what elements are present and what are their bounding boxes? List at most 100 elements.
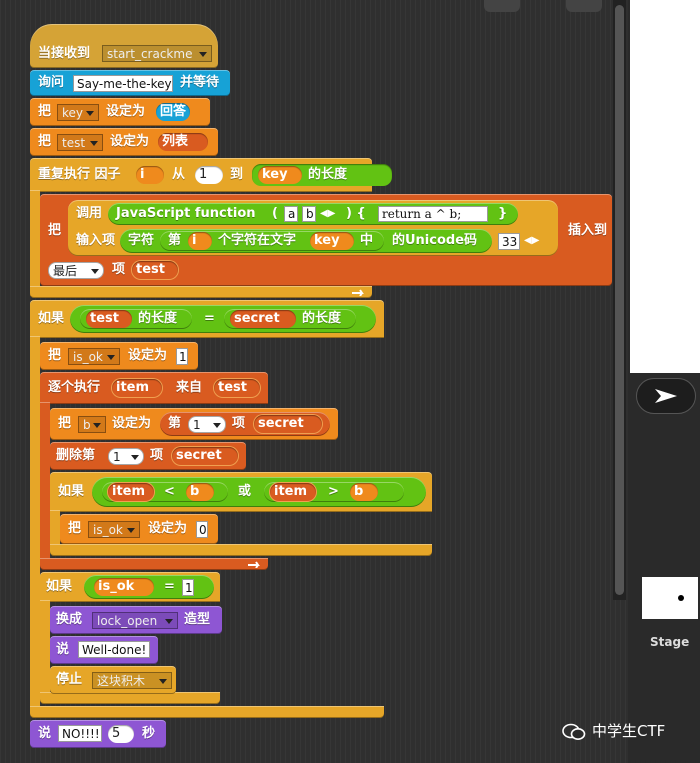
javascript-function-block[interactable]: JavaScript function ( a b ◀▶ ) { return …: [108, 203, 518, 225]
param-arrows-icon[interactable]: ◀▶: [320, 205, 335, 223]
param-b[interactable]: b: [302, 206, 316, 222]
answer-reporter[interactable]: 回答: [156, 103, 191, 121]
stop-target-dropdown[interactable]: 这块积木: [92, 672, 172, 689]
say-text-input[interactable]: Well-done!: [78, 641, 150, 658]
stop-label: 停止: [56, 672, 83, 687]
js-function-label: JavaScript function: [116, 206, 256, 221]
for-loop-block[interactable]: 重复执行 因子 i 从 1 到 key 的长度: [30, 158, 392, 192]
if-is-ok-block[interactable]: 如果 is_ok = 1: [40, 572, 220, 602]
scrollbar-thumb[interactable]: [615, 5, 624, 595]
insert-at-label: 插入到: [568, 223, 608, 238]
input-arrows-icon[interactable]: ◀▶: [524, 232, 539, 250]
delete-item-block[interactable]: 删除第 1 项 secret: [50, 442, 246, 470]
length-of-label: 的长度: [302, 311, 342, 326]
var-dropdown-b[interactable]: b: [78, 416, 106, 433]
test-list-var[interactable]: test: [132, 261, 178, 279]
i-var[interactable]: i: [188, 232, 212, 250]
less-than-predicate[interactable]: item < b: [102, 482, 228, 502]
set-is-ok-0-block[interactable]: 把 is_ok 设定为 0: [60, 514, 218, 544]
var-dropdown-key[interactable]: key: [57, 104, 99, 121]
switch-label: 换成: [56, 612, 83, 627]
message-dropdown[interactable]: start_crackme: [102, 45, 212, 62]
ask-label: 询问: [38, 75, 65, 90]
item-var[interactable]: item: [112, 379, 162, 397]
equals-predicate[interactable]: test 的长度 = secret 的长度: [70, 305, 376, 333]
sprite-dot: [678, 595, 684, 601]
from-label: 从: [172, 167, 186, 182]
index-dropdown[interactable]: 1: [188, 416, 226, 433]
letter-of-text-reporter[interactable]: 第 i 个字符在文字 key 中: [160, 231, 384, 251]
if-compare-block[interactable]: 如果 item < b 或 item > b: [50, 472, 432, 512]
is-ok-var[interactable]: is_ok: [94, 578, 154, 596]
params-close: ) {: [346, 206, 366, 221]
stage-thumbnail[interactable]: [642, 577, 698, 619]
or-predicate[interactable]: item < b 或 item > b: [92, 477, 426, 507]
stop-block[interactable]: 停止 这块积木: [50, 666, 176, 694]
if-length-equal-block[interactable]: 如果 test 的长度 = secret 的长度: [30, 300, 384, 338]
seconds-input[interactable]: 5: [108, 725, 134, 743]
keyboard-entry-button[interactable]: [566, 0, 602, 12]
secret-list-var[interactable]: secret: [172, 447, 238, 465]
loop-var-i[interactable]: i: [136, 166, 164, 184]
scripts-scrollbar[interactable]: [613, 0, 626, 600]
or-label: 或: [238, 484, 252, 499]
stage-canvas[interactable]: [630, 0, 700, 373]
b-var[interactable]: b: [186, 483, 214, 501]
say-for-secs-block[interactable]: 说 NO!!!! 5 秒: [30, 720, 166, 748]
for-each-block[interactable]: 逐个执行 item 来自 test: [40, 372, 268, 404]
length-of-secret-reporter[interactable]: secret 的长度: [224, 309, 356, 329]
ordinal-label: 第: [168, 233, 182, 248]
js-code-input[interactable]: return a ^ b;: [378, 206, 488, 222]
delete-label: 删除第: [56, 448, 96, 463]
set-is-ok-1-block[interactable]: 把 is_ok 设定为 1: [40, 342, 198, 370]
value-input[interactable]: 0: [196, 521, 208, 538]
test-list-var[interactable]: test: [86, 310, 132, 328]
var-dropdown-is-ok[interactable]: is_ok: [88, 521, 140, 538]
equals-predicate[interactable]: is_ok = 1: [84, 575, 214, 599]
value-input[interactable]: 1: [182, 579, 194, 596]
greater-than-predicate[interactable]: item > b: [264, 482, 404, 502]
say-text-input[interactable]: NO!!!!: [58, 725, 102, 742]
unicode-of-letter-reporter[interactable]: 字符 第 i 个字符在文字 key 中 的Unicode码: [120, 229, 492, 253]
for-loop-foot: [30, 286, 372, 298]
test-list-var[interactable]: test: [214, 379, 260, 397]
undo-button[interactable]: [484, 0, 520, 12]
value-input[interactable]: 1: [176, 348, 188, 365]
ask-text-input[interactable]: Say-me-the-key: [73, 75, 173, 92]
b-var[interactable]: b: [350, 483, 378, 501]
set-test-block[interactable]: 把 test 设定为 列表: [30, 128, 218, 156]
param-a[interactable]: a: [284, 206, 298, 222]
list-reporter[interactable]: 列表: [158, 133, 208, 151]
item-var[interactable]: item: [270, 483, 316, 501]
set-to-label: 设定为: [128, 348, 168, 363]
var-dropdown-test[interactable]: test: [57, 134, 103, 151]
switch-costume-block[interactable]: 换成 lock_open 造型: [50, 606, 222, 634]
length-of-key-reporter[interactable]: key 的长度: [252, 164, 392, 186]
stage-label: Stage: [650, 635, 690, 649]
call-function-reporter[interactable]: 调用 JavaScript function ( a b ◀▶ ) { retu…: [68, 200, 558, 256]
item-of-list-reporter[interactable]: 第 1 项 secret: [160, 412, 330, 436]
loop-start-input[interactable]: 1: [195, 166, 223, 184]
if-is-ok-arm: [40, 600, 50, 696]
position-dropdown[interactable]: 最后: [48, 262, 104, 279]
secret-list-var[interactable]: secret: [230, 310, 296, 328]
input-number[interactable]: 33: [498, 233, 520, 250]
set-key-block[interactable]: 把 key 设定为 回答: [30, 98, 210, 126]
costume-dropdown[interactable]: lock_open: [92, 612, 178, 629]
green-flag-button[interactable]: [636, 378, 696, 414]
key-var[interactable]: key: [258, 166, 302, 184]
secret-list-var[interactable]: secret: [254, 415, 322, 433]
say-block[interactable]: 说 Well-done!: [50, 636, 158, 664]
scripts-area[interactable]: 当接收到 start_crackme 询问 Say-me-the-key 并等待…: [0, 0, 628, 763]
when-receive-block[interactable]: 当接收到 start_crackme: [30, 24, 218, 68]
insert-into-list-block[interactable]: 把 调用 JavaScript function ( a b ◀▶ ) { re…: [40, 194, 612, 286]
item-var[interactable]: item: [108, 483, 154, 501]
length-of-test-reporter[interactable]: test 的长度: [80, 309, 192, 329]
if-label: 如果: [38, 311, 65, 326]
var-dropdown-is-ok[interactable]: is_ok: [68, 348, 120, 365]
key-var[interactable]: key: [310, 232, 354, 250]
wechat-icon: [562, 723, 586, 740]
set-b-block[interactable]: 把 b 设定为 第 1 项 secret: [50, 408, 338, 440]
ask-and-wait-block[interactable]: 询问 Say-me-the-key 并等待: [30, 70, 230, 96]
index-dropdown[interactable]: 1: [108, 448, 144, 465]
